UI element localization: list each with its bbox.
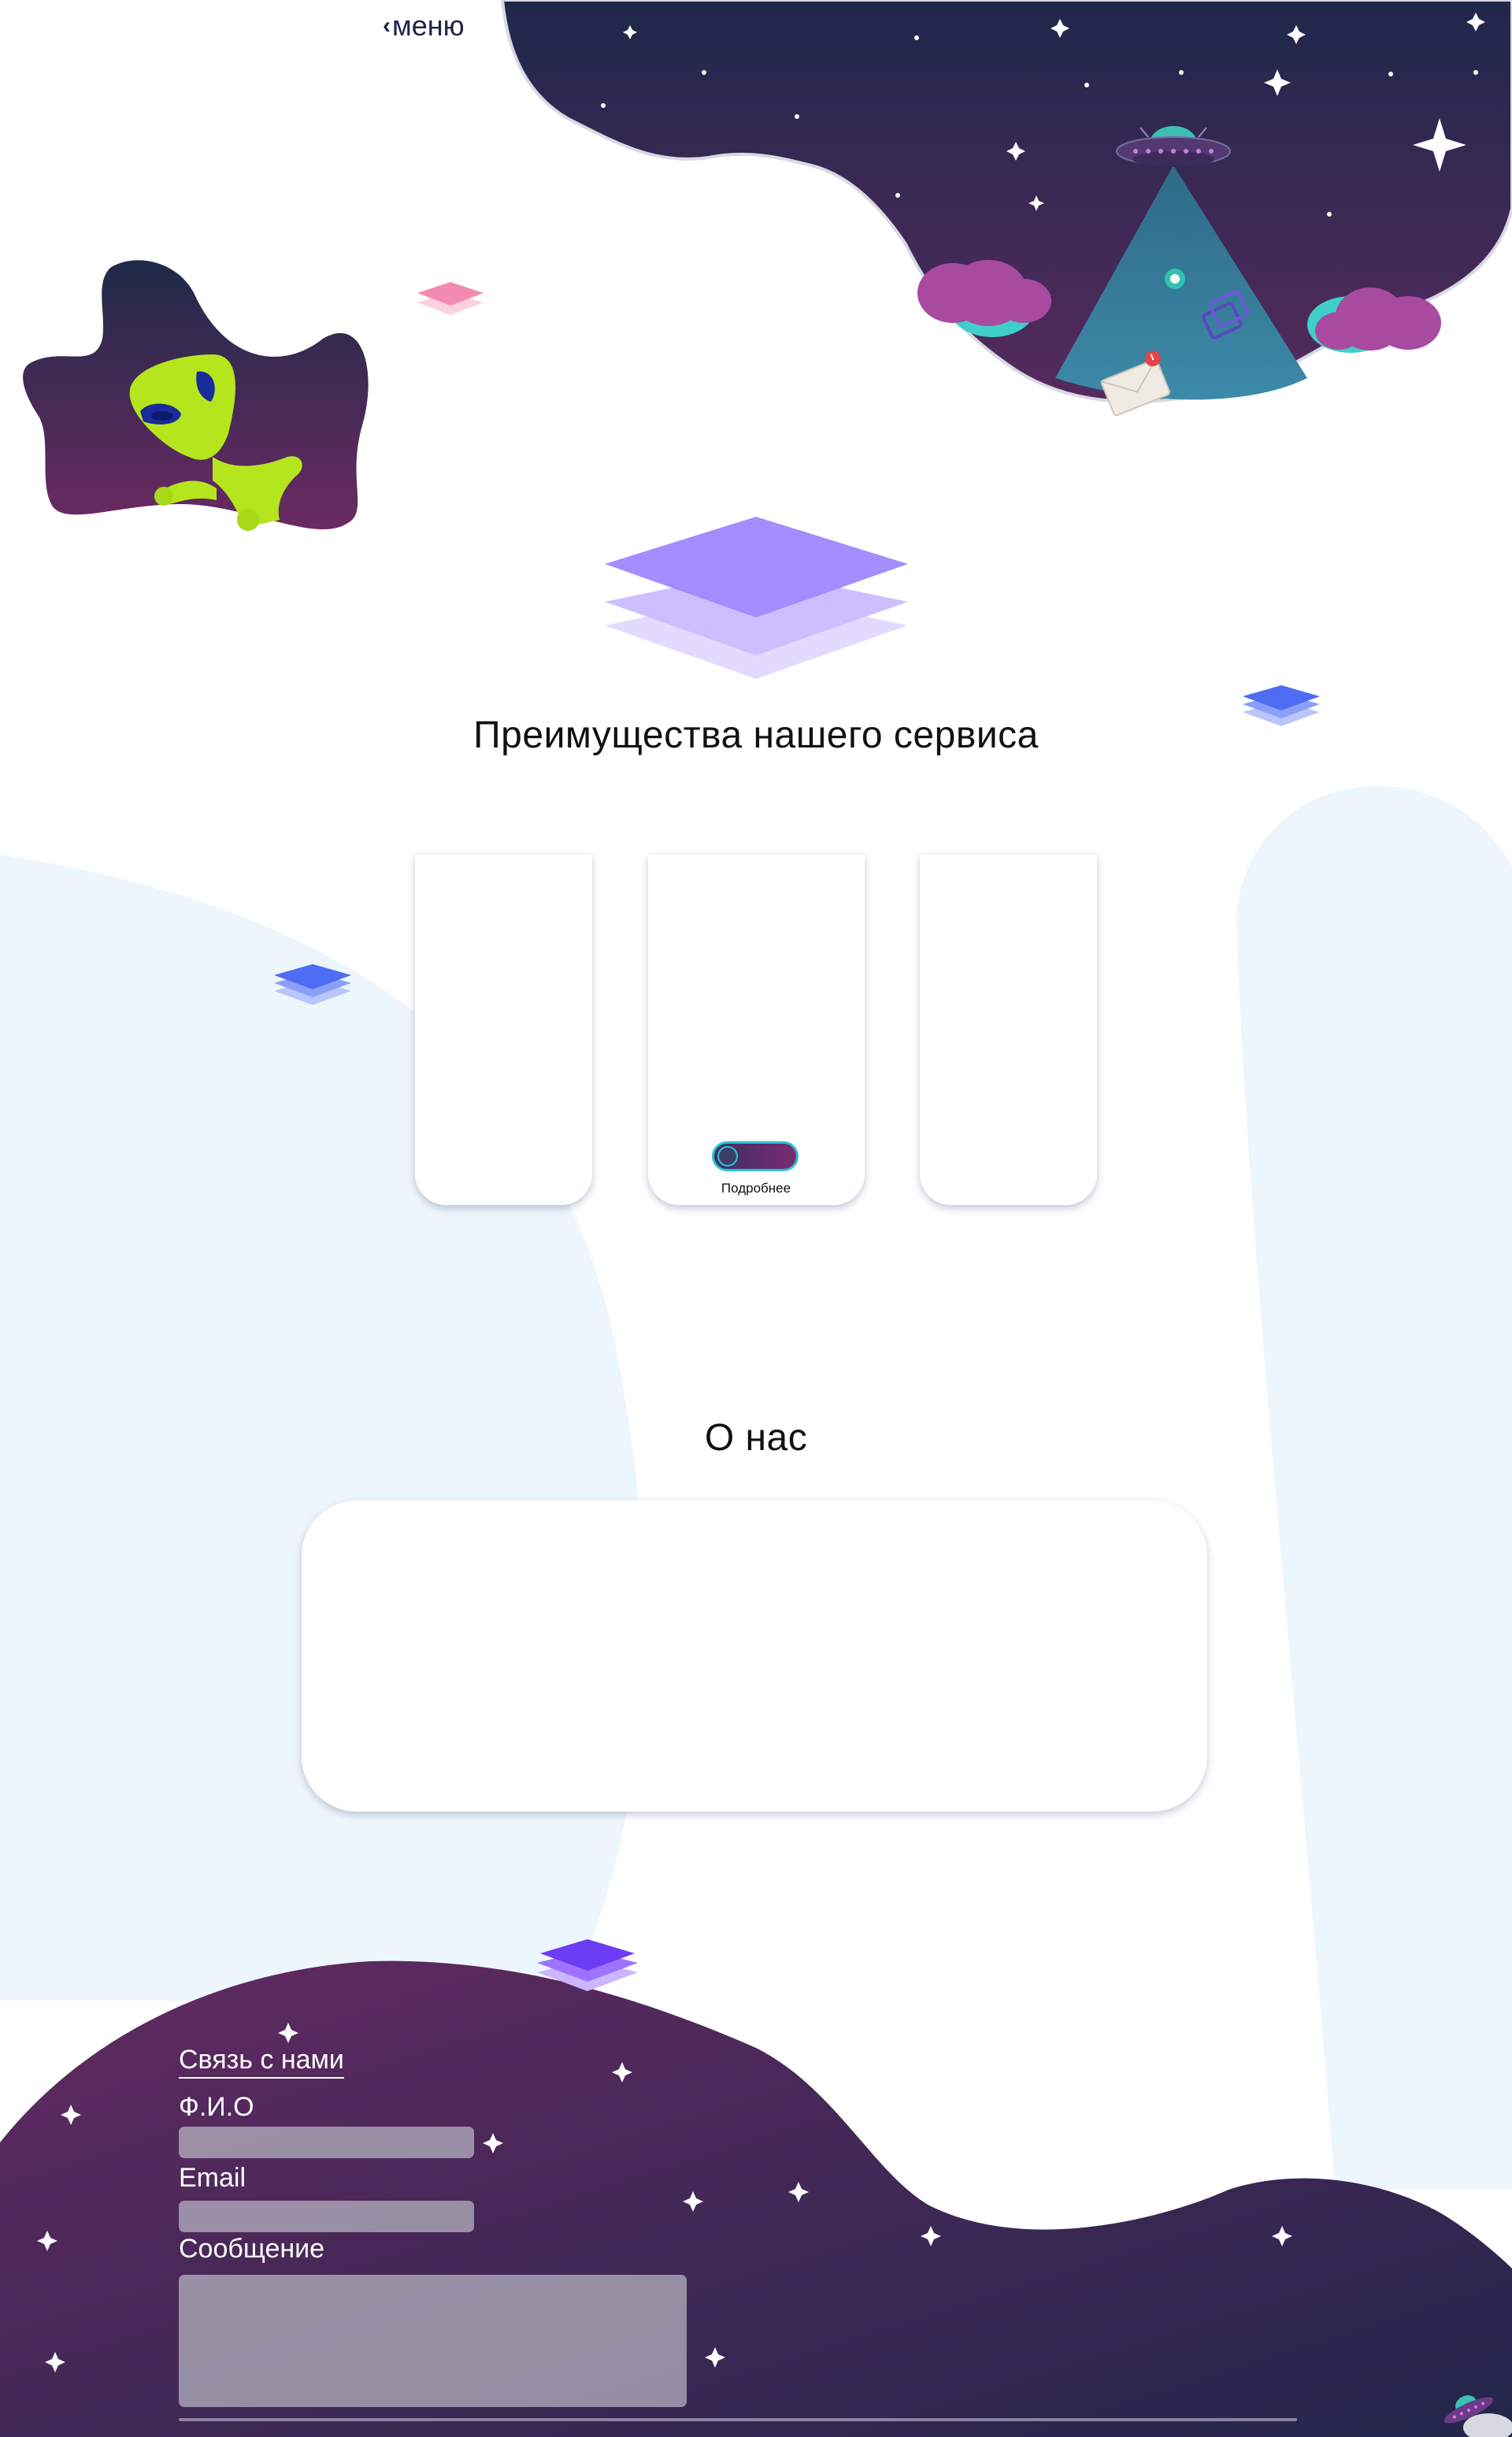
star-icon xyxy=(1264,69,1291,96)
star-icon xyxy=(705,2347,725,2368)
star-icon xyxy=(1051,19,1069,38)
star-icon xyxy=(1287,25,1306,44)
cloud-left xyxy=(917,260,1051,337)
chat-bubble-icon xyxy=(1165,269,1185,289)
layers-icon xyxy=(605,517,908,679)
layers-icon xyxy=(537,1939,638,1991)
cloud-right xyxy=(1307,287,1441,353)
star-icon xyxy=(45,2352,65,2372)
star-icon xyxy=(1466,13,1485,32)
star-icon xyxy=(623,25,637,39)
advantages-title: Преимущества нашего сервиса xyxy=(473,714,1039,756)
name-input[interactable] xyxy=(179,2127,474,2158)
ufo-scene xyxy=(917,126,1441,417)
star-icon xyxy=(612,2062,632,2083)
ufo-icon xyxy=(1443,2395,1512,2437)
layers-icon xyxy=(417,282,484,315)
star-icon xyxy=(1272,2226,1292,2246)
message-textarea[interactable] xyxy=(179,2275,687,2407)
ufo-icon xyxy=(1116,126,1231,167)
star-icon xyxy=(61,2105,81,2125)
star-icon xyxy=(683,2191,703,2212)
email-label: Email xyxy=(179,2163,246,2193)
more-details-label[interactable]: Подробнее xyxy=(693,1181,819,1196)
star-icon xyxy=(788,2182,809,2202)
star-icon xyxy=(483,2133,503,2153)
contact-title[interactable]: Связь с нами xyxy=(179,2045,344,2079)
email-input[interactable] xyxy=(179,2201,474,2232)
light-blob-right xyxy=(1236,785,1512,2190)
service-card-right[interactable] xyxy=(920,855,1097,1205)
name-label: Ф.И.О xyxy=(179,2092,254,2122)
star-icon xyxy=(921,2226,941,2246)
submit-button[interactable] xyxy=(179,2418,1297,2421)
alien-illustration xyxy=(129,354,302,531)
message-label: Сообщение xyxy=(179,2234,325,2264)
service-card-left[interactable] xyxy=(415,855,592,1205)
about-card xyxy=(302,1500,1207,1812)
details-toggle[interactable] xyxy=(712,1141,799,1171)
layers-icon xyxy=(274,964,351,1005)
star-icon xyxy=(37,2231,57,2251)
about-title: О нас xyxy=(704,1417,808,1459)
toggle-knob xyxy=(717,1146,738,1167)
star-icon xyxy=(278,2023,298,2043)
